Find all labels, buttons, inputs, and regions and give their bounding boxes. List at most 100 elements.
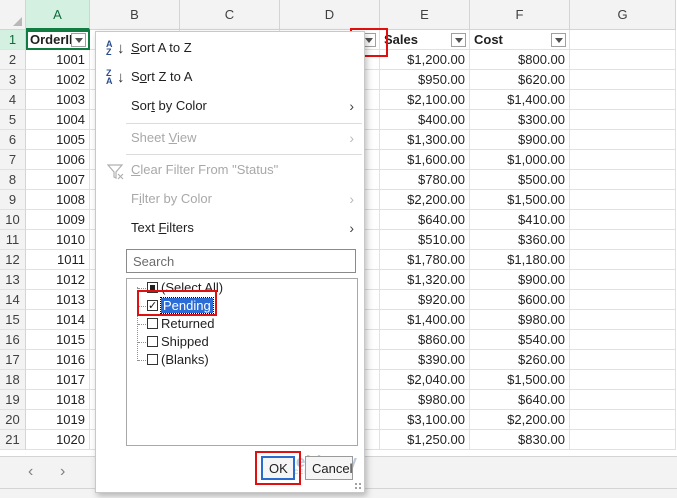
column-header-d[interactable]: D [280, 0, 380, 30]
cell[interactable] [570, 30, 676, 50]
filter-by-color-item[interactable]: Filter by Color › [96, 185, 364, 213]
filter-dropdown-icon[interactable] [451, 33, 466, 47]
cost-cell[interactable]: $900.00 [470, 130, 570, 150]
filter-search-input[interactable] [126, 249, 356, 273]
cell[interactable] [570, 70, 676, 90]
cost-cell[interactable]: $1,180.00 [470, 250, 570, 270]
cost-cell[interactable]: $980.00 [470, 310, 570, 330]
column-header-f[interactable]: F [470, 0, 570, 30]
cost-cell[interactable]: $410.00 [470, 210, 570, 230]
ok-button[interactable]: OK [261, 456, 295, 480]
row-header[interactable]: 18 [0, 370, 26, 390]
cost-cell[interactable]: $2,200.00 [470, 410, 570, 430]
sales-cell[interactable]: $1,780.00 [380, 250, 470, 270]
row-header[interactable]: 6 [0, 130, 26, 150]
header-cell-sales[interactable]: Sales [380, 30, 470, 50]
cell[interactable] [570, 130, 676, 150]
row-header[interactable]: 14 [0, 290, 26, 310]
sales-cell[interactable]: $1,320.00 [380, 270, 470, 290]
cost-cell[interactable]: $500.00 [470, 170, 570, 190]
cell[interactable] [570, 210, 676, 230]
shipped-checkbox[interactable] [147, 336, 158, 347]
resize-grip-icon[interactable] [354, 482, 362, 490]
order-id-cell[interactable]: 1001 [26, 50, 90, 70]
cost-cell[interactable]: $640.00 [470, 390, 570, 410]
sales-cell[interactable]: $1,250.00 [380, 430, 470, 450]
sort-a-to-z-item[interactable]: A Z ↓ Sort A to Z [96, 34, 364, 62]
order-id-cell[interactable]: 1005 [26, 130, 90, 150]
cost-cell[interactable]: $620.00 [470, 70, 570, 90]
cancel-button[interactable]: Cancel [305, 456, 353, 480]
cell[interactable] [570, 50, 676, 70]
order-id-cell[interactable]: 1006 [26, 150, 90, 170]
sales-cell[interactable]: $3,100.00 [380, 410, 470, 430]
cost-cell[interactable]: $1,000.00 [470, 150, 570, 170]
cell[interactable] [570, 90, 676, 110]
sales-cell[interactable]: $1,400.00 [380, 310, 470, 330]
order-id-cell[interactable]: 1013 [26, 290, 90, 310]
row-header[interactable]: 16 [0, 330, 26, 350]
sales-cell[interactable]: $1,200.00 [380, 50, 470, 70]
cell[interactable] [570, 370, 676, 390]
sales-cell[interactable]: $2,040.00 [380, 370, 470, 390]
row-header[interactable]: 4 [0, 90, 26, 110]
cell[interactable] [570, 270, 676, 290]
cost-cell[interactable]: $360.00 [470, 230, 570, 250]
order-id-cell[interactable]: 1002 [26, 70, 90, 90]
cell[interactable] [570, 430, 676, 450]
column-header-a[interactable]: A [26, 0, 90, 30]
sort-z-to-a-item[interactable]: Z A ↓ Sort Z to A [96, 63, 364, 91]
filter-option-returned[interactable]: Returned [147, 315, 214, 333]
cost-cell[interactable]: $1,500.00 [470, 370, 570, 390]
cell[interactable] [570, 190, 676, 210]
row-header[interactable]: 21 [0, 430, 26, 450]
sales-cell[interactable]: $1,600.00 [380, 150, 470, 170]
filter-option-shipped[interactable]: Shipped [147, 333, 209, 351]
cost-cell[interactable]: $1,500.00 [470, 190, 570, 210]
filter-option-pending[interactable]: Pending [147, 297, 214, 315]
row-header[interactable]: 12 [0, 250, 26, 270]
order-id-cell[interactable]: 1007 [26, 170, 90, 190]
returned-checkbox[interactable] [147, 318, 158, 329]
sheet-prev-icon[interactable]: ‹ [28, 463, 33, 481]
sales-cell[interactable]: $780.00 [380, 170, 470, 190]
sales-cell[interactable]: $640.00 [380, 210, 470, 230]
row-header[interactable]: 13 [0, 270, 26, 290]
row-header[interactable]: 19 [0, 390, 26, 410]
select-all-corner[interactable] [0, 0, 26, 30]
cell[interactable] [570, 390, 676, 410]
filter-option-blanks[interactable]: (Blanks) [147, 351, 209, 369]
sheet-next-icon[interactable]: › [60, 463, 65, 481]
filter-dropdown-icon[interactable] [551, 33, 566, 47]
cost-cell[interactable]: $300.00 [470, 110, 570, 130]
sales-cell[interactable]: $400.00 [380, 110, 470, 130]
cell[interactable] [570, 110, 676, 130]
sales-cell[interactable]: $2,100.00 [380, 90, 470, 110]
order-id-cell[interactable]: 1011 [26, 250, 90, 270]
row-header[interactable]: 20 [0, 410, 26, 430]
header-cell-orderid[interactable]: OrderID [26, 30, 90, 50]
column-header-g[interactable]: G [570, 0, 676, 30]
order-id-cell[interactable]: 1014 [26, 310, 90, 330]
order-id-cell[interactable]: 1010 [26, 230, 90, 250]
cell[interactable] [570, 170, 676, 190]
order-id-cell[interactable]: 1003 [26, 90, 90, 110]
row-header[interactable]: 5 [0, 110, 26, 130]
order-id-cell[interactable]: 1016 [26, 350, 90, 370]
order-id-cell[interactable]: 1012 [26, 270, 90, 290]
sales-cell[interactable]: $950.00 [380, 70, 470, 90]
filter-dropdown-icon[interactable] [71, 33, 86, 47]
row-header[interactable]: 9 [0, 190, 26, 210]
row-header[interactable]: 1 [0, 30, 26, 50]
sales-cell[interactable]: $2,200.00 [380, 190, 470, 210]
cell[interactable] [570, 150, 676, 170]
row-header[interactable]: 2 [0, 50, 26, 70]
column-header-c[interactable]: C [180, 0, 280, 30]
cost-cell[interactable]: $1,400.00 [470, 90, 570, 110]
sales-cell[interactable]: $510.00 [380, 230, 470, 250]
sheet-view-item[interactable]: Sheet View › [96, 124, 364, 152]
row-header[interactable]: 7 [0, 150, 26, 170]
cell[interactable] [570, 350, 676, 370]
row-header[interactable]: 3 [0, 70, 26, 90]
cost-cell[interactable]: $900.00 [470, 270, 570, 290]
